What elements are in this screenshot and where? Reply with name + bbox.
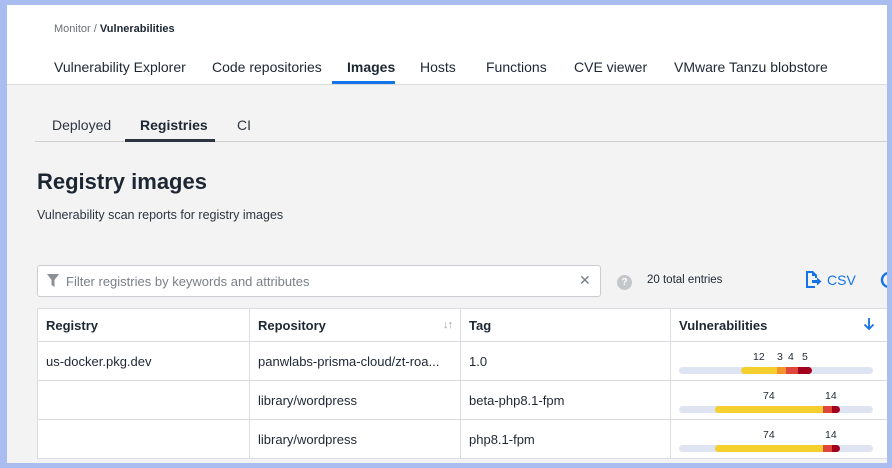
breadcrumb-current: Vulnerabilities xyxy=(99,23,175,35)
column-header-label: Vulnerabilities xyxy=(679,317,768,333)
subtab-registries[interactable]: Registries xyxy=(140,117,208,133)
column-header-vulnerabilities[interactable]: Vulnerabilities xyxy=(670,308,887,342)
cell-repository: library/wordpress xyxy=(249,419,461,459)
table-header-row: Registry Repository ↓↑ Tag Vulnerabilitie… xyxy=(37,308,887,342)
vuln-segment-critical xyxy=(832,445,840,452)
breadcrumb-separator: / xyxy=(90,23,100,35)
filter-box: ✕ xyxy=(37,265,601,297)
column-header-repository[interactable]: Repository ↓↑ xyxy=(249,308,461,342)
total-entries: 20 total entries xyxy=(647,274,723,286)
vuln-count-high: 4 xyxy=(788,351,794,363)
page-title: Registry images xyxy=(37,169,207,194)
table-row[interactable]: us-docker.pkg.dev panwlabs-prisma-cloud/… xyxy=(37,341,887,381)
active-subtab-indicator xyxy=(125,139,215,142)
cell-repository: panwlabs-prisma-cloud/zt-roa... xyxy=(249,341,461,381)
vulnerability-bar[interactable]: 74 14 xyxy=(679,385,873,415)
sort-icon[interactable]: ↓↑ xyxy=(443,319,453,331)
breadcrumb-monitor[interactable]: Monitor xyxy=(54,23,91,35)
vuln-segment-low xyxy=(715,406,823,413)
tab-vmware-tanzu-blobstore[interactable]: VMware Tanzu blobstore xyxy=(674,59,828,85)
sort-descending-icon[interactable] xyxy=(863,317,875,331)
subtab-ci[interactable]: CI xyxy=(237,117,251,133)
vulnerability-bar[interactable]: 12 3 4 5 xyxy=(679,346,873,376)
vuln-count-low: 12 xyxy=(753,351,765,363)
column-header-label: Registry xyxy=(46,317,99,333)
registry-images-table: Registry Repository ↓↑ Tag Vulnerabilitie… xyxy=(37,308,887,459)
vulnerability-bar[interactable]: 74 14 xyxy=(679,424,873,454)
cell-registry xyxy=(37,380,250,420)
vuln-segment-critical xyxy=(798,367,812,374)
vuln-count-low: 74 xyxy=(763,429,775,441)
vuln-segment-medium xyxy=(777,367,786,374)
vuln-count-low: 74 xyxy=(763,390,775,402)
vuln-segment-low xyxy=(741,367,777,374)
vuln-segment-high xyxy=(786,367,798,374)
column-header-label: Repository xyxy=(258,317,326,333)
refresh-icon[interactable] xyxy=(878,269,887,291)
filter-icon xyxy=(47,274,59,287)
sub-tabs: Deployed Registries CI xyxy=(35,115,887,142)
cell-tag: 1.0 xyxy=(460,341,671,381)
vuln-count-high: 14 xyxy=(825,390,837,402)
column-header-label: Tag xyxy=(469,317,492,333)
breadcrumb: Monitor / Vulnerabilities xyxy=(54,23,175,35)
cell-vulnerabilities: 12 3 4 5 xyxy=(670,341,887,381)
tab-hosts[interactable]: Hosts xyxy=(420,59,456,85)
vuln-segment-critical xyxy=(832,406,840,413)
vuln-count-medium: 3 xyxy=(777,351,783,363)
cell-tag: beta-php8.1-fpm xyxy=(460,380,671,420)
tab-code-repositories[interactable]: Code repositories xyxy=(212,59,322,85)
vuln-segment-high xyxy=(823,445,832,452)
subtab-deployed[interactable]: Deployed xyxy=(52,117,111,133)
vuln-count-critical: 5 xyxy=(802,351,808,363)
tab-cve-viewer[interactable]: CVE viewer xyxy=(574,59,647,85)
column-header-tag[interactable]: Tag xyxy=(460,308,671,342)
main-tabs: Vulnerability Explorer Code repositories… xyxy=(7,59,887,85)
vuln-count-high: 14 xyxy=(825,429,837,441)
cell-registry xyxy=(37,419,250,459)
table-row[interactable]: library/wordpress php8.1-fpm 74 14 xyxy=(37,419,887,459)
tab-functions[interactable]: Functions xyxy=(486,59,547,85)
cell-repository: library/wordpress xyxy=(249,380,461,420)
tab-vulnerability-explorer[interactable]: Vulnerability Explorer xyxy=(54,59,186,85)
clear-filter-icon[interactable]: ✕ xyxy=(579,272,591,289)
top-navigation: Monitor / Vulnerabilities Vulnerability … xyxy=(7,5,887,85)
page-subtitle: Vulnerability scan reports for registry … xyxy=(37,208,284,222)
cell-tag: php8.1-fpm xyxy=(460,419,671,459)
cell-vulnerabilities: 74 14 xyxy=(670,380,887,420)
csv-label: CSV xyxy=(827,272,856,288)
table-row[interactable]: library/wordpress beta-php8.1-fpm 74 14 xyxy=(37,380,887,420)
column-header-registry[interactable]: Registry xyxy=(37,308,250,342)
cell-registry: us-docker.pkg.dev xyxy=(37,341,250,381)
active-tab-indicator xyxy=(332,81,395,84)
cell-vulnerabilities: 74 14 xyxy=(670,419,887,459)
filter-input[interactable] xyxy=(66,271,566,291)
vuln-segment-low xyxy=(715,445,823,452)
export-file-icon xyxy=(806,271,822,288)
help-icon[interactable]: ? xyxy=(617,275,632,290)
vuln-segment-high xyxy=(823,406,832,413)
app-frame: Monitor / Vulnerabilities Vulnerability … xyxy=(7,5,887,463)
